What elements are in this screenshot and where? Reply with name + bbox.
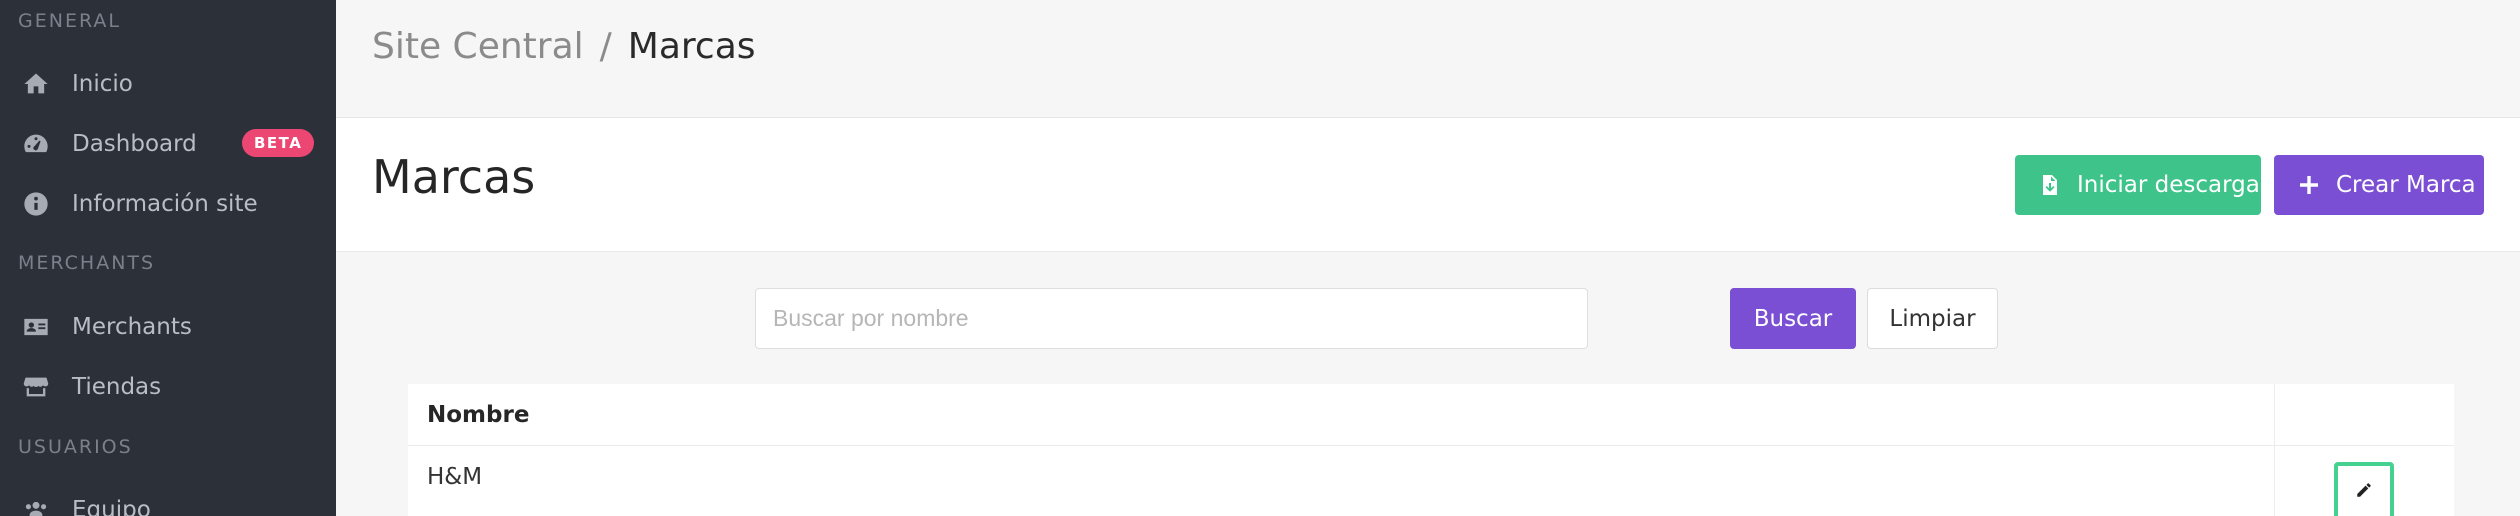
id-card-icon [20,311,52,343]
breadcrumb-separator: / [599,26,612,67]
main-content: Buscar Limpiar Nombre H&M [336,252,2520,516]
table-row: H&M [408,446,2454,516]
sidebar: GENERAL Inicio Dashboard BETA Informació… [0,0,336,516]
store-icon [20,371,52,403]
download-button[interactable]: Iniciar descarga [2015,155,2261,215]
plus-icon [2294,170,2324,200]
breadcrumb: Site Central / Marcas [372,26,756,67]
column-header-nombre[interactable]: Nombre [427,402,529,428]
edit-button[interactable] [2334,462,2394,516]
home-icon [20,68,52,100]
section-label-usuarios: USUARIOS [18,436,133,458]
sidebar-item-label: Tiendas [72,374,162,400]
search-button[interactable]: Buscar [1730,288,1856,349]
breadcrumb-current: Marcas [627,26,756,67]
sidebar-item-equipo[interactable]: Equipo [0,482,336,516]
file-download-icon [2035,170,2065,200]
section-label-merchants: MERCHANTS [18,252,156,274]
section-label-general: GENERAL [18,10,121,32]
sidebar-item-label: Información site [72,191,258,217]
search-input[interactable] [755,288,1588,349]
sidebar-item-merchants[interactable]: Merchants [0,299,336,355]
sidebar-item-dashboard[interactable]: Dashboard BETA [0,116,336,172]
beta-badge: BETA [242,129,315,157]
download-button-label: Iniciar descarga [2077,172,2260,198]
sidebar-item-label: Dashboard [72,131,197,157]
table-cell-name: H&M [427,464,483,490]
sidebar-item-label: Inicio [72,71,133,97]
users-icon [20,494,52,516]
sidebar-item-informacion-site[interactable]: Información site [0,176,336,232]
pencil-icon [2355,481,2373,503]
info-icon [20,188,52,220]
create-brand-button-label: Crear Marca [2336,172,2476,198]
dashboard-icon [20,128,52,160]
breadcrumb-link-site-central[interactable]: Site Central [372,26,584,67]
table-header-row: Nombre [408,384,2454,446]
sidebar-item-tiendas[interactable]: Tiendas [0,359,336,415]
page-titlebar: Marcas Iniciar descarga Crear Marca [336,118,2520,252]
create-brand-button[interactable]: Crear Marca [2274,155,2484,215]
clear-button[interactable]: Limpiar [1867,288,1998,349]
top-header: Site Central / Marcas [336,0,2520,118]
sidebar-item-inicio[interactable]: Inicio [0,56,336,112]
sidebar-item-label: Equipo [72,497,151,516]
page-title: Marcas [372,150,536,204]
sidebar-item-label: Merchants [72,314,192,340]
brands-table: Nombre H&M [408,384,2454,516]
